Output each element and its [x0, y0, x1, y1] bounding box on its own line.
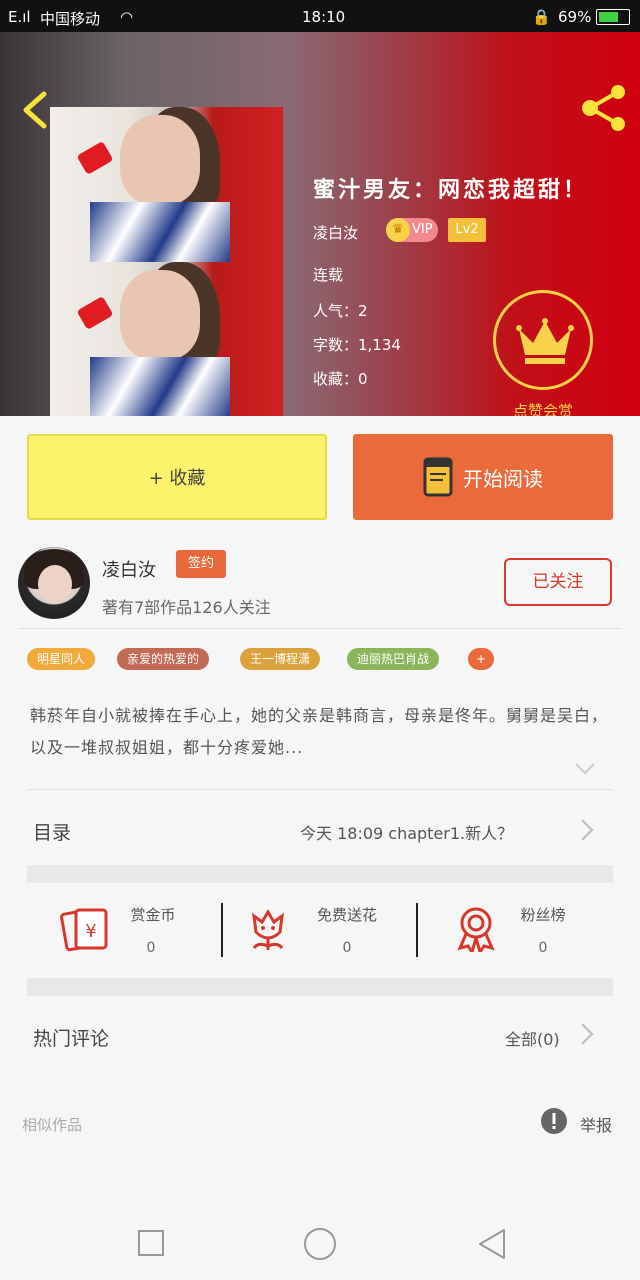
read-label: 开始阅读: [463, 466, 543, 491]
divider: [416, 903, 418, 957]
back-nav-icon[interactable]: [478, 1228, 506, 1260]
crown-icon: [516, 318, 574, 364]
tag[interactable]: 王一博程潇: [240, 648, 321, 670]
crown-icon: ♛: [386, 218, 410, 242]
report-button[interactable]: 举报: [580, 1112, 612, 1136]
book-description: 韩菸年自小就被捧在手心上，她的父亲是韩商言，母亲是佟年。舅舅是吴白，以及一堆叔叔…: [30, 706, 609, 757]
book-popularity: 人气：2: [313, 302, 368, 320]
medal-icon: [457, 907, 495, 956]
battery-icon: [596, 9, 630, 25]
share-icon[interactable]: [578, 84, 630, 132]
tag[interactable]: 明星同人: [27, 648, 96, 670]
book-title: 蜜汁男友：网恋我超甜！: [313, 178, 589, 203]
back-icon[interactable]: [18, 90, 52, 130]
book-favorites: 收藏：0: [313, 370, 368, 388]
reward-label: 点赞会赏: [512, 402, 573, 416]
divider: [27, 789, 613, 790]
gift-flower[interactable]: [248, 906, 288, 952]
rotation-lock-icon: 🔒: [532, 8, 551, 26]
follow-button[interactable]: 已关注: [504, 558, 612, 606]
flower-icon: [252, 909, 284, 950]
avatar[interactable]: [18, 547, 90, 619]
gift-value: 0: [146, 940, 156, 956]
gift-value: 0: [342, 940, 352, 956]
status-bar: E.ıl 中国移动 ◠ 18:10 🔒 69%: [0, 0, 640, 32]
divider: [221, 903, 223, 957]
tag[interactable]: 迪丽热巴肖战: [347, 648, 440, 670]
battery-percent: 69%: [558, 8, 592, 26]
book-cover: [50, 107, 283, 416]
collect-label: + 收藏: [148, 468, 206, 489]
wifi-icon: ◠: [120, 8, 134, 26]
chevron-down-icon[interactable]: [574, 762, 596, 776]
warning-icon[interactable]: [541, 1108, 567, 1134]
start-reading-button[interactable]: 开始阅读: [353, 434, 613, 520]
section-separator: [27, 978, 613, 996]
recent-apps-icon[interactable]: [138, 1230, 164, 1256]
level-badge: Lv2: [448, 218, 486, 242]
book-word-count: 字数：1,134: [313, 336, 401, 354]
add-tag-button[interactable]: +: [468, 648, 495, 670]
add-to-collection-button[interactable]: + 收藏: [27, 434, 327, 520]
author-name[interactable]: 凌白汝: [102, 556, 156, 582]
svg-text:¥: ¥: [85, 921, 96, 942]
gift-label[interactable]: 赏金币: [118, 904, 188, 925]
reward-button[interactable]: [493, 290, 593, 390]
divider: [18, 628, 622, 629]
signal-icon: E.ıl: [8, 8, 31, 26]
book-header: 蜜汁男友：网恋我超甜！ 凌白汝 ♛ VIP Lv2 连载 人气：2 字数：1,1…: [0, 32, 640, 416]
toc-label[interactable]: 目录: [33, 818, 71, 845]
gift-fan-ranking[interactable]: [456, 906, 496, 956]
chevron-right-icon[interactable]: [580, 818, 594, 842]
clock: 18:10: [302, 8, 346, 26]
gift-value: 0: [538, 940, 548, 956]
chevron-right-icon[interactable]: [580, 1022, 594, 1046]
gift-label[interactable]: 粉丝榜: [508, 904, 578, 925]
vip-badge: ♛ VIP: [386, 218, 438, 242]
gift-gold-coin[interactable]: ¥: [60, 906, 110, 952]
all-comments-link[interactable]: 全部(0): [505, 1026, 560, 1050]
similar-works-label: 相似作品: [22, 1116, 83, 1134]
signed-badge: 签约: [176, 550, 226, 578]
red-envelope-icon: ¥: [60, 908, 108, 952]
hot-comments-label: 热门评论: [33, 1028, 110, 1050]
home-icon[interactable]: [303, 1227, 337, 1261]
section-separator: [27, 865, 613, 883]
tag[interactable]: 亲爱的热爱的: [117, 648, 210, 670]
system-nav-bar: [0, 1200, 640, 1280]
book-author[interactable]: 凌白汝: [313, 222, 358, 243]
gift-label[interactable]: 免费送花: [302, 904, 392, 925]
latest-chapter[interactable]: 今天 18:09 chapter1.新人？: [300, 820, 513, 844]
book-status: 连载: [313, 266, 344, 284]
carrier-label: 中国移动: [40, 10, 101, 28]
book-icon: [423, 457, 453, 497]
author-works: 著有7部作品126人关注: [102, 598, 271, 617]
